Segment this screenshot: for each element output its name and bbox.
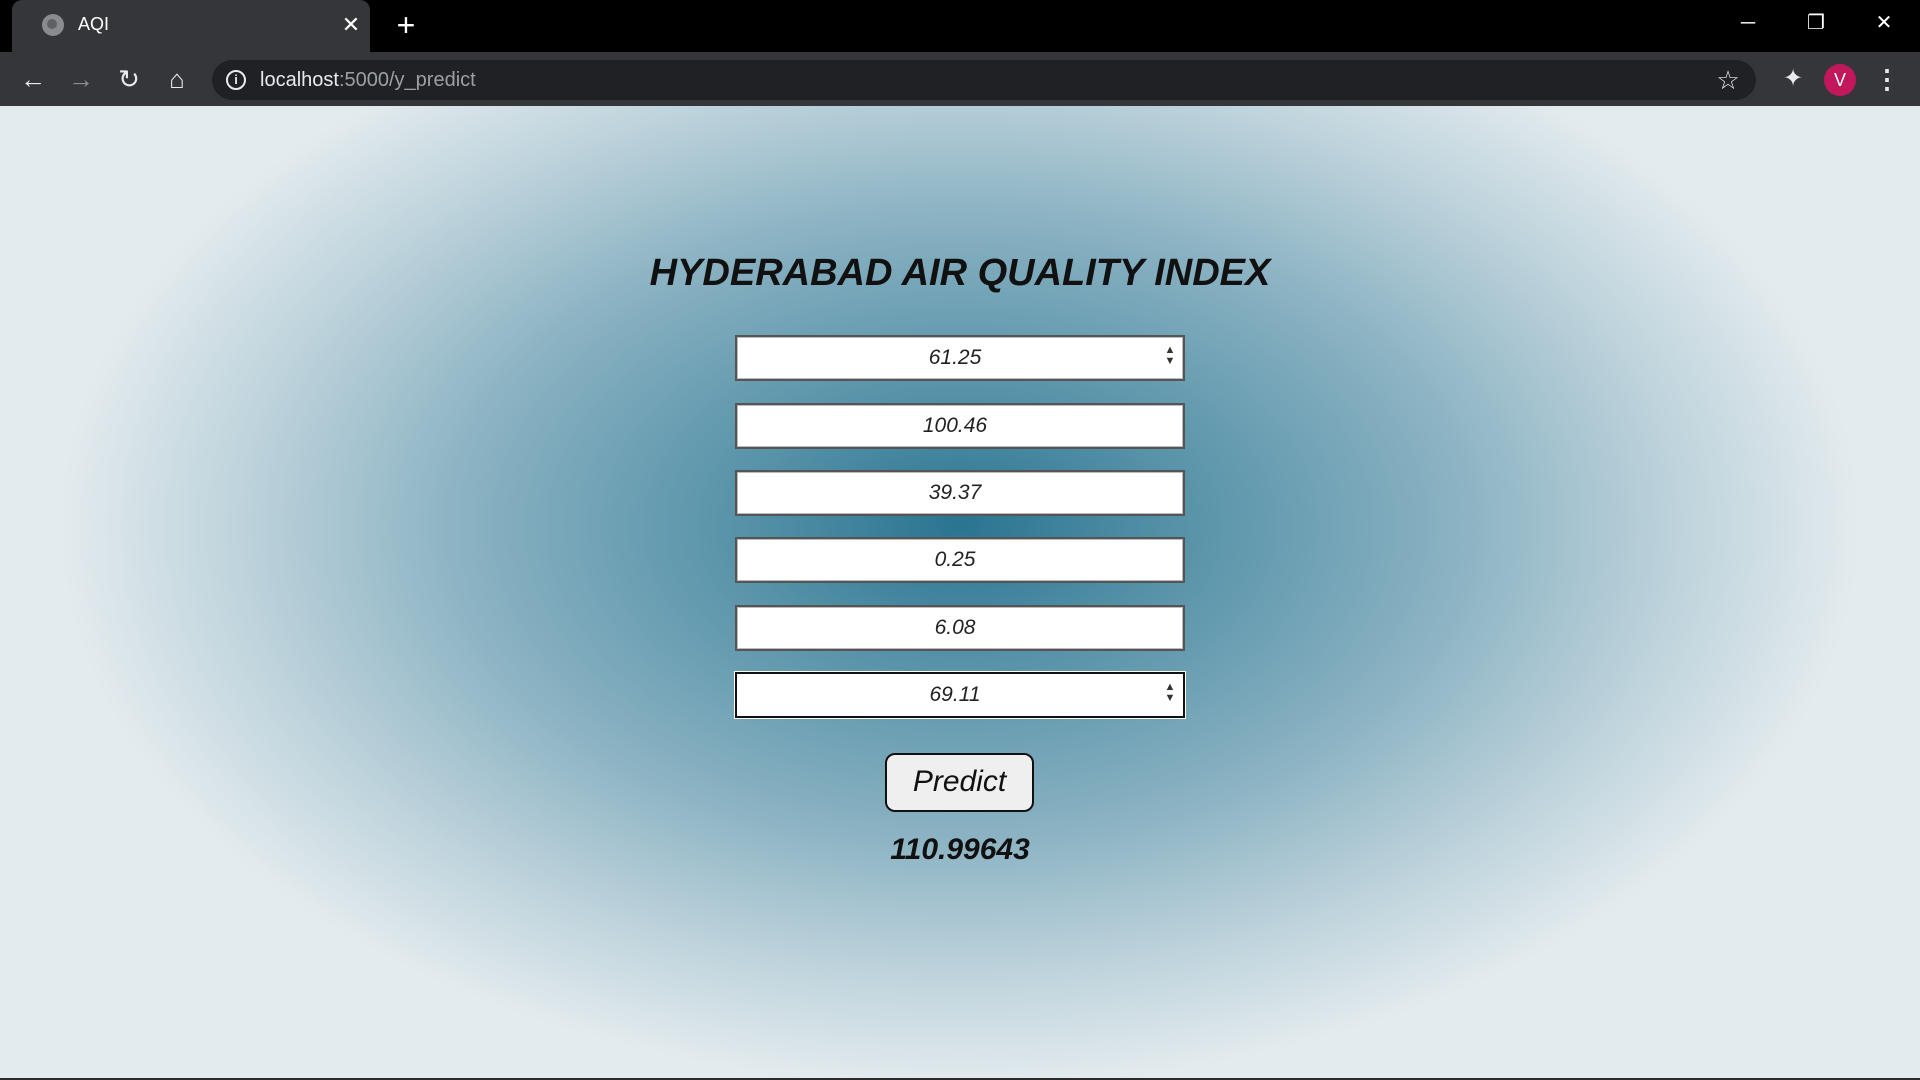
url-host: localhost [260,69,339,91]
field-value: 6.08 [934,616,976,639]
input-field-5[interactable]: 6.08 [735,605,1185,651]
input-field-3[interactable]: 39.37 [735,470,1185,516]
star-icon[interactable]: ☆ [1712,64,1744,96]
kebab-menu-icon[interactable]: ⋮ [1870,62,1904,96]
input-field-2[interactable]: 100.46 [735,403,1185,449]
url-path: :5000/y_predict [338,69,476,91]
globe-icon [42,14,64,36]
field-value: 100.46 [922,414,988,437]
close-window-icon[interactable]: ✕ [1854,4,1914,42]
tab-strip: AQI ✕ + ─ ❐ ✕ [0,0,1920,52]
field-value: 0.25 [934,548,976,571]
field-value: 39.37 [928,481,982,504]
info-icon[interactable]: i [226,70,246,90]
home-icon[interactable]: ⌂ [160,62,194,96]
address-bar[interactable]: i localhost:5000/y_predict ☆ [212,60,1756,100]
input-field-4[interactable]: 0.25 [735,537,1185,583]
close-tab-icon[interactable]: ✕ [338,12,364,38]
url-text[interactable]: localhost:5000/y_predict [260,69,476,92]
page-content: HYDERABAD AIR QUALITY INDEX 61.25 ▲ ▼ 100… [0,106,1920,1080]
restore-icon[interactable]: ❐ [1786,4,1846,42]
input-field-6[interactable]: 69.11 ▲ ▼ [735,672,1185,718]
new-tab-icon[interactable]: + [390,9,422,42]
reload-icon[interactable]: ↻ [112,62,146,96]
tab-aqi[interactable]: AQI ✕ [12,0,370,52]
puzzle-icon[interactable]: ✦ [1776,62,1810,96]
forward-arrow-icon[interactable]: → [64,62,98,96]
predict-button[interactable]: Predict [885,753,1034,812]
field-value: 61.25 [928,346,982,369]
prediction-result: 110.99643 [890,833,1030,866]
minimize-icon[interactable]: ─ [1718,4,1778,42]
field-value: 69.11 [929,683,981,706]
number-spinner-icon[interactable]: ▲ ▼ [1163,345,1177,371]
back-arrow-icon[interactable]: ← [16,62,50,96]
avatar[interactable]: V [1824,64,1856,96]
browser-toolbar: ← → ↻ ⌂ i localhost:5000/y_predict ☆ ✦ V… [0,52,1920,106]
number-spinner-icon[interactable]: ▲ ▼ [1163,682,1177,708]
input-field-1[interactable]: 61.25 ▲ ▼ [735,335,1185,381]
tab-title: AQI [78,14,110,34]
page-title: HYDERABAD AIR QUALITY INDEX [649,252,1271,294]
